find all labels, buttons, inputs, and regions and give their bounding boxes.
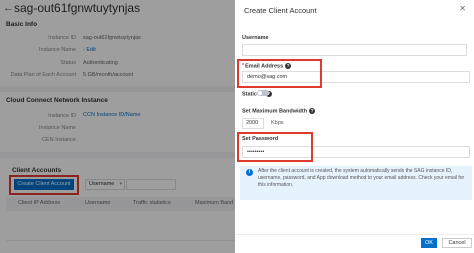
info-note-text: After the client account is created, the… bbox=[258, 168, 465, 188]
info-note: i After the client account is created, t… bbox=[240, 166, 472, 200]
create-client-account-drawer: Create Client Account ✕ bbox=[235, 0, 474, 253]
username-input[interactable] bbox=[242, 44, 467, 56]
highlight-password bbox=[237, 132, 313, 162]
bandwidth-label: Set Maximum Bandwidth? bbox=[242, 108, 316, 115]
footer-divider bbox=[235, 234, 474, 235]
username-label: Username bbox=[242, 35, 269, 41]
static-ip-toggle[interactable] bbox=[257, 90, 269, 96]
info-icon: i bbox=[246, 169, 253, 176]
bandwidth-label-text: Set Maximum Bandwidth bbox=[242, 108, 308, 115]
close-icon[interactable]: ✕ bbox=[459, 4, 466, 13]
cancel-button[interactable]: Cancel bbox=[442, 238, 472, 248]
drawer-title: Create Client Account bbox=[244, 6, 317, 15]
bandwidth-input[interactable]: 2000 bbox=[242, 118, 264, 129]
help-icon[interactable]: ? bbox=[309, 108, 316, 114]
bandwidth-unit: Kbps bbox=[271, 120, 284, 126]
ok-button[interactable]: OK bbox=[421, 238, 437, 248]
highlight-email bbox=[237, 59, 322, 88]
